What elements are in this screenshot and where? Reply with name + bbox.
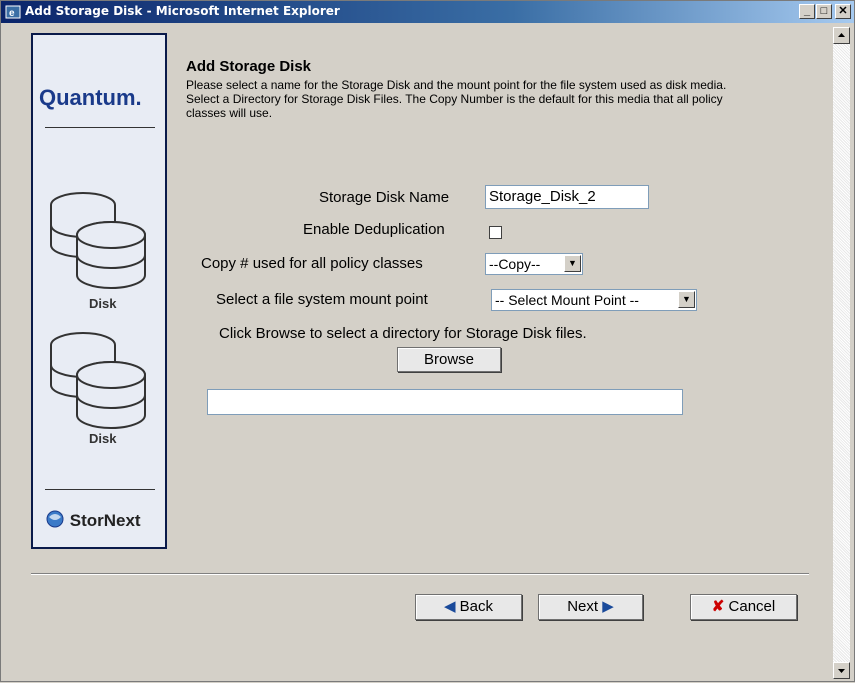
title-bar[interactable]: e Add Storage Disk - Microsoft Internet … (1, 1, 854, 23)
x-icon: ✘ (711, 598, 725, 615)
directory-input[interactable] (207, 389, 683, 415)
stornext-label: StorNext (69, 511, 141, 530)
vertical-scrollbar[interactable] (833, 27, 850, 679)
page-description: Please select a name for the Storage Dis… (186, 78, 727, 120)
mount-point-label: Select a file system mount point (216, 291, 428, 308)
minimize-button[interactable]: _ (799, 4, 815, 19)
scroll-down-button[interactable] (833, 662, 850, 679)
mount-point-value: -- Select Mount Point -- (495, 292, 639, 308)
enable-dedup-label: Enable Deduplication (303, 221, 445, 238)
chevron-down-icon: ▼ (564, 255, 581, 272)
back-button[interactable]: ◀ Back (415, 594, 522, 620)
browser-window: e Add Storage Disk - Microsoft Internet … (0, 0, 855, 682)
close-button[interactable]: ✕ (835, 4, 851, 19)
sidebar-panel: Quantum. Disk Disk StorNext (31, 33, 167, 549)
next-label: Next (567, 598, 599, 615)
browse-hint: Click Browse to select a directory for S… (219, 325, 587, 342)
maximize-button[interactable]: □ (816, 4, 832, 19)
up-arrow-icon (838, 33, 845, 37)
down-arrow-icon (838, 669, 845, 673)
page-title: Add Storage Disk (186, 58, 312, 75)
scroll-up-button[interactable] (833, 27, 850, 44)
ie-icon: e (5, 4, 21, 20)
mount-point-select[interactable]: -- Select Mount Point -- ▼ (491, 289, 697, 311)
copy-number-select[interactable]: --Copy-- ▼ (485, 253, 583, 275)
globe-icon (46, 510, 64, 528)
divider (45, 127, 155, 128)
cancel-label: Cancel (728, 598, 776, 615)
next-button[interactable]: Next ▶ (538, 594, 643, 620)
storage-disk-name-input[interactable]: Storage_Disk_2 (485, 185, 649, 209)
back-label: Back (459, 598, 494, 615)
quantum-logo: Quantum. (39, 85, 142, 110)
storage-disk-name-label: Storage Disk Name (319, 189, 450, 206)
copy-number-label: Copy # used for all policy classes (201, 255, 423, 272)
divider (45, 489, 155, 490)
footer-divider (31, 573, 809, 575)
chevron-down-icon: ▼ (678, 291, 695, 308)
left-arrow-icon: ◀ (443, 598, 456, 615)
cancel-button[interactable]: ✘ Cancel (690, 594, 797, 620)
enable-dedup-checkbox[interactable] (489, 226, 502, 239)
right-arrow-icon: ▶ (602, 598, 614, 615)
disk-label-1: Disk (89, 296, 117, 311)
svg-text:e: e (9, 8, 15, 19)
copy-number-value: --Copy-- (489, 256, 541, 272)
disk-label-2: Disk (89, 431, 117, 446)
browse-button[interactable]: Browse (397, 347, 501, 372)
stornext-logo: StorNext (45, 509, 141, 531)
disk-stack-icon (50, 192, 146, 289)
disk-stack-icon (50, 332, 146, 429)
window-title: Add Storage Disk - Microsoft Internet Ex… (25, 4, 340, 18)
